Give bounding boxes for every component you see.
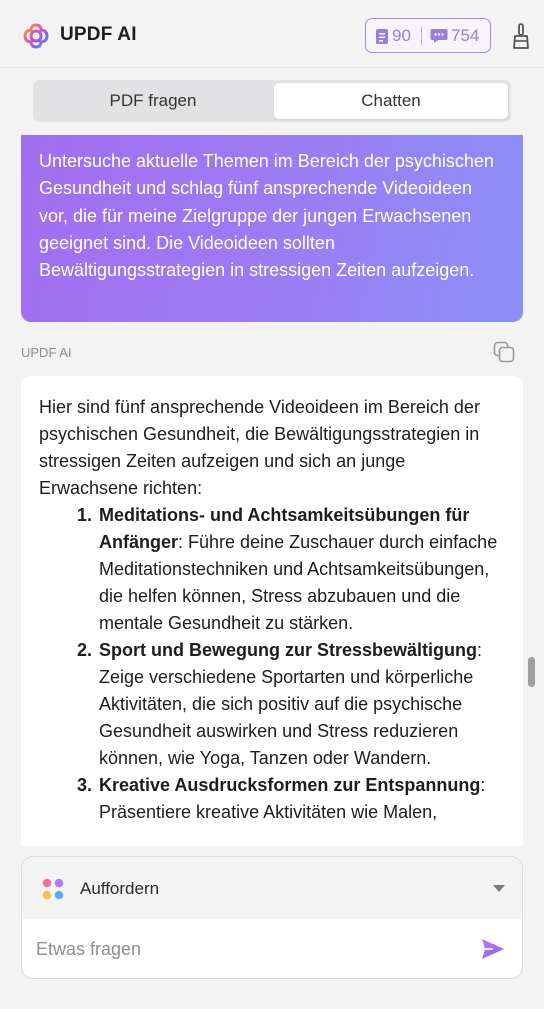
idea-list: 1. Meditations- und Achtsamkeitsübungen … (39, 502, 505, 826)
user-message: Untersuche aktuelle Themen im Bereich de… (21, 135, 523, 322)
list-number: 3. (77, 775, 93, 795)
copy-icon[interactable] (492, 340, 516, 364)
list-item: 1. Meditations- und Achtsamkeitsübungen … (77, 502, 505, 637)
chat-credits: 754 (430, 26, 479, 46)
chevron-down-icon (493, 885, 505, 892)
list-item: 2. Sport und Bewegung zur Stressbewältig… (77, 637, 505, 772)
mode-tabs: PDF fragen Chatten (33, 80, 511, 122)
app-header: UPDF AI 90 754 (0, 0, 544, 68)
tab-pdf-fragen[interactable]: PDF fragen (36, 83, 270, 119)
prompt-selector[interactable]: Auffordern (22, 857, 522, 919)
broom-icon[interactable] (509, 22, 533, 50)
document-icon (376, 28, 388, 44)
chat-bubble-icon (430, 29, 448, 43)
chat-scrollbar-thumb[interactable] (528, 657, 535, 687)
credits-divider (421, 27, 422, 45)
ai-sender-label: UPDF AI (21, 345, 72, 360)
item-title: Sport und Bewegung zur Stressbewältigung (99, 640, 478, 660)
prompt-label: Auffordern (80, 879, 160, 898)
list-number: 2. (77, 640, 93, 660)
send-icon[interactable] (480, 936, 506, 962)
updf-logo-icon (23, 23, 49, 49)
ask-box (22, 919, 522, 978)
pdf-credits-count: 90 (392, 26, 411, 45)
list-item: 3. Kreative Ausdrucksformen zur Entspann… (77, 772, 505, 826)
chat-area: Untersuche aktuelle Themen im Bereich de… (0, 132, 544, 846)
ask-input[interactable] (36, 934, 466, 964)
chat-credits-count: 754 (451, 26, 480, 45)
list-number: 1. (77, 505, 93, 525)
item-title: Kreative Ausdrucksformen zur Entspannung (99, 775, 481, 795)
input-panel: Auffordern (21, 856, 523, 979)
ai-message: Hier sind fünf ansprechende Videoideen i… (21, 376, 523, 846)
tab-chatten[interactable]: Chatten (274, 83, 508, 119)
app-title: UPDF AI (60, 24, 137, 45)
ai-intro: Hier sind fünf ansprechende Videoideen i… (39, 397, 480, 498)
prompt-dots-icon (42, 878, 64, 900)
pdf-credits: 90 (375, 26, 411, 46)
credits-badge[interactable]: 90 754 (365, 18, 491, 53)
